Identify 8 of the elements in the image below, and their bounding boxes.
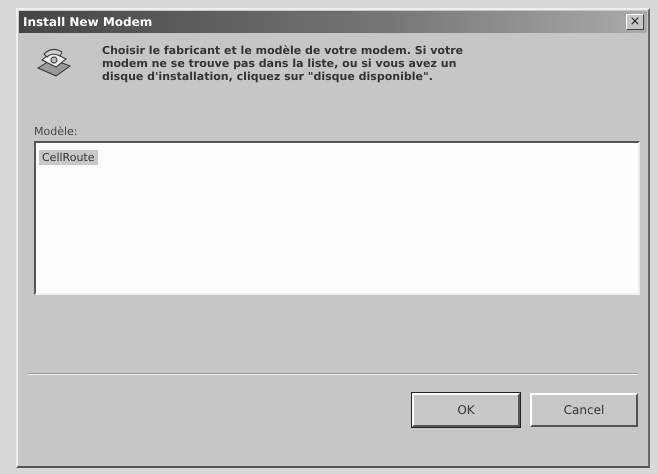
model-list[interactable]: CellRoute <box>34 141 640 295</box>
window-title: Install New Modem <box>23 15 152 29</box>
close-button[interactable]: × <box>626 14 644 30</box>
cancel-button[interactable]: Cancel <box>530 393 638 427</box>
list-label: Modèle: <box>34 125 79 138</box>
instruction-text: Choisir le fabricant et le modèle de votre modem. Si votre modem ne se trouve pas dans la liste, ou si vous avez un disque d'installation, cliquez sur "disque disponible". <box>102 44 464 83</box>
ok-button[interactable]: OK <box>412 393 520 427</box>
list-item[interactable]: CellRoute <box>39 150 98 165</box>
